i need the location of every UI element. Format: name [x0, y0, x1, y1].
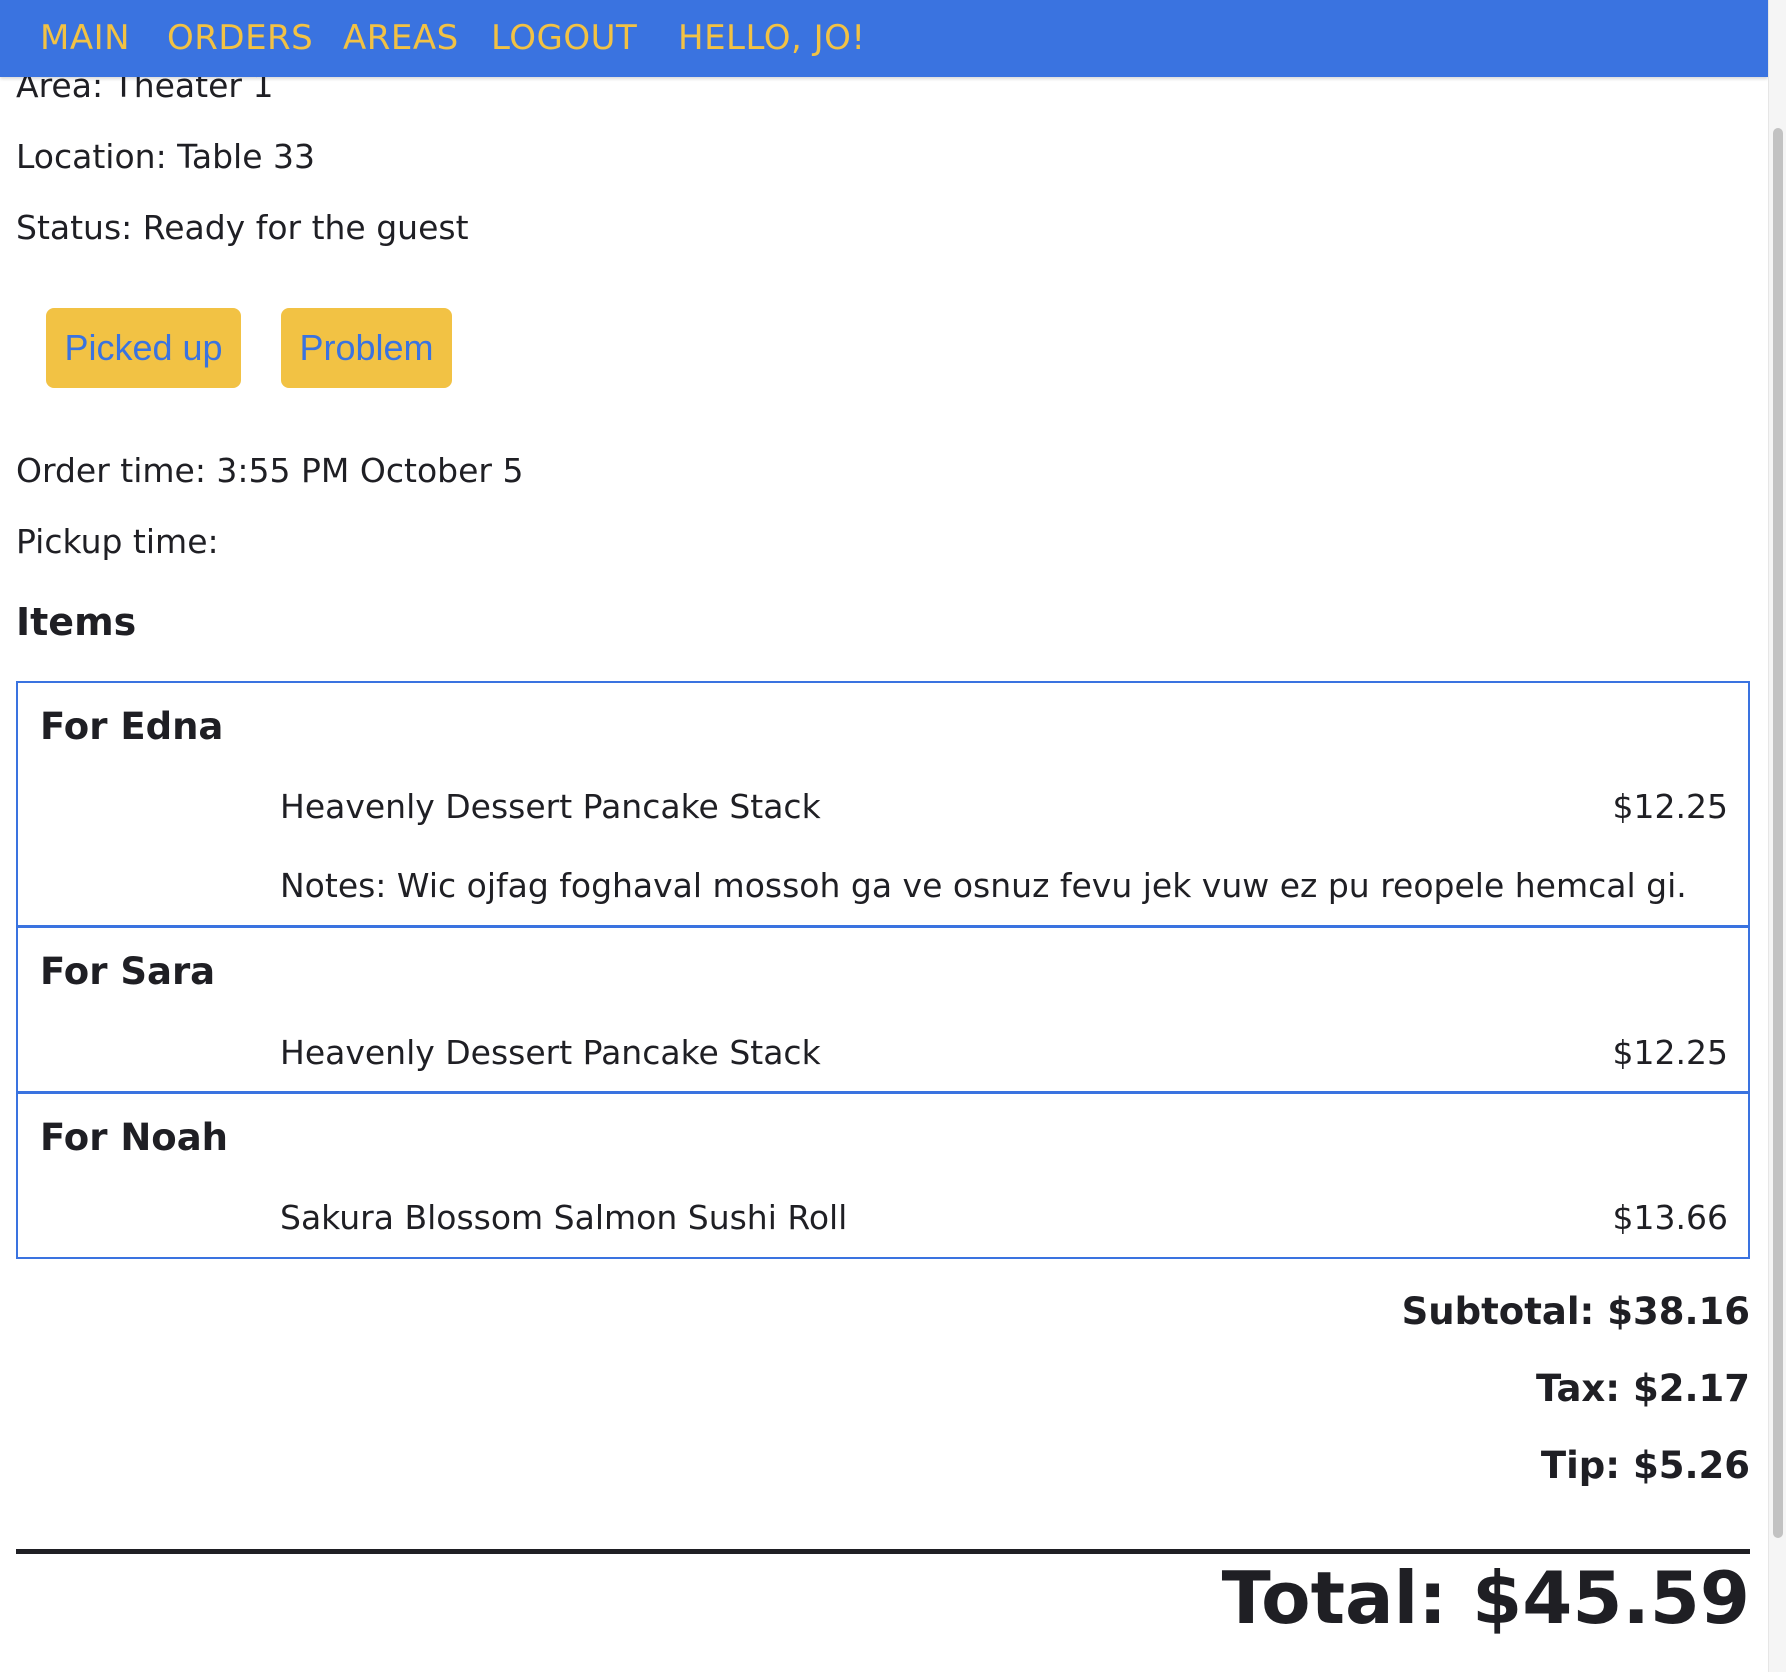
guest-group-title: For Sara [40, 950, 216, 993]
item-name: Heavenly Dessert Pancake Stack [280, 1033, 821, 1072]
top-nav: MAIN ORDERS AREAS LOGOUT HELLO, JO! [0, 0, 1768, 77]
nav-logout-link[interactable]: LOGOUT [491, 18, 637, 58]
tip: Tip: $5.26 [1540, 1444, 1750, 1487]
pickup-time: Pickup time: [16, 522, 219, 561]
total-divider [16, 1549, 1750, 1554]
guest-group-sara: For Sara Heavenly Dessert Pancake Stack … [18, 928, 1748, 1094]
scrollbar-thumb[interactable] [1773, 128, 1783, 1538]
guest-group-title: For Edna [40, 705, 224, 748]
item-notes: Notes: Wic ojfag foghaval mossoh ga ve o… [280, 866, 1687, 905]
item-price: $13.66 [1612, 1198, 1728, 1237]
nav-areas-link[interactable]: AREAS [343, 18, 459, 58]
order-time: Order time: 3:55 PM October 5 [16, 451, 524, 490]
problem-button[interactable]: Problem [281, 308, 452, 388]
guest-group-title: For Noah [40, 1116, 229, 1159]
subtotal: Subtotal: $38.16 [1401, 1290, 1750, 1333]
item-name: Sakura Blossom Salmon Sushi Roll [280, 1198, 848, 1237]
order-location: Location: Table 33 [16, 137, 315, 176]
nav-orders-link[interactable]: ORDERS [167, 18, 313, 58]
guest-group-noah: For Noah Sakura Blossom Salmon Sushi Rol… [18, 1094, 1748, 1257]
picked-up-button[interactable]: Picked up [46, 308, 241, 388]
items-heading: Items [16, 600, 137, 644]
order-items-list: For Edna Heavenly Dessert Pancake Stack … [16, 681, 1750, 1259]
user-greeting: HELLO, JO! [678, 18, 866, 58]
vertical-scrollbar[interactable] [1768, 0, 1786, 1672]
order-status: Status: Ready for the guest [16, 208, 469, 247]
item-price: $12.25 [1612, 1033, 1728, 1072]
guest-group-edna: For Edna Heavenly Dessert Pancake Stack … [18, 683, 1748, 928]
order-total: Total: $45.59 [1221, 1556, 1750, 1640]
nav-main-link[interactable]: MAIN [40, 18, 130, 58]
item-price: $12.25 [1612, 787, 1728, 826]
tax: Tax: $2.17 [1535, 1367, 1750, 1410]
order-detail-page: MAIN ORDERS AREAS LOGOUT HELLO, JO! Area… [0, 0, 1768, 1672]
item-name: Heavenly Dessert Pancake Stack [280, 787, 821, 826]
